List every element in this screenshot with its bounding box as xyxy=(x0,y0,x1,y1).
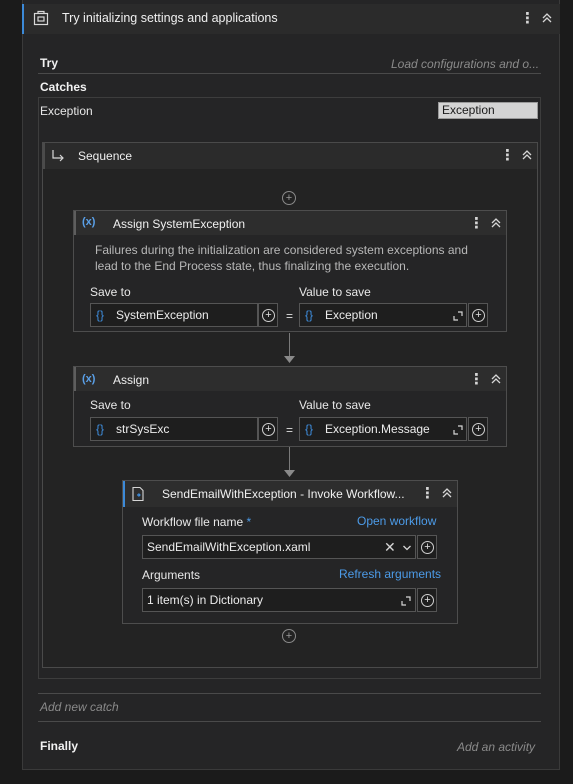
finally-label: Finally xyxy=(40,739,79,753)
try-label: Try xyxy=(40,56,59,70)
assign1-value-plus-button[interactable]: + xyxy=(468,303,488,327)
invoke-workflow-icon xyxy=(132,486,144,502)
try-placeholder[interactable]: Load configurations and o... xyxy=(391,57,539,71)
connector-arrow-icon xyxy=(284,470,295,477)
arguments-value: 1 item(s) in Dictionary xyxy=(147,593,264,607)
assign1-equals: = xyxy=(286,309,294,323)
required-mark: * xyxy=(246,515,252,529)
assign-collapse-icon[interactable] xyxy=(489,372,503,386)
plus-icon: + xyxy=(262,309,275,322)
assign2-value-field[interactable]: {} Exception.Message xyxy=(299,417,467,441)
assign1-save-to-plus-button[interactable]: + xyxy=(258,303,278,327)
add-activity-bottom-icon[interactable]: + xyxy=(282,629,296,643)
assign2-value-plus-button[interactable]: + xyxy=(468,417,488,441)
assign2-save-to-field[interactable]: {} strSysExc xyxy=(90,417,258,441)
assign2-save-to-value: strSysExc xyxy=(116,422,170,436)
sequence-menu-icon[interactable]: ⋮ xyxy=(500,148,515,163)
expand-icon[interactable] xyxy=(452,310,464,322)
arguments-field[interactable]: 1 item(s) in Dictionary xyxy=(142,588,416,612)
open-workflow-link[interactable]: Open workflow xyxy=(357,514,436,528)
assign-system-exception-menu-icon[interactable]: ⋮ xyxy=(469,216,484,231)
assign1-save-to-label: Save to xyxy=(90,285,131,299)
plus-icon: + xyxy=(421,594,434,607)
try-catch-title: Try initializing settings and applicatio… xyxy=(62,11,278,25)
assign1-save-to-field[interactable]: {} SystemException xyxy=(90,303,258,327)
exception-label: Exception xyxy=(40,104,93,118)
sequence-title: Sequence xyxy=(78,149,133,163)
try-catch-menu-icon[interactable]: ⋮ xyxy=(520,11,535,26)
assign2-value-value: Exception.Message xyxy=(325,422,430,436)
workflow-file-plus-button[interactable]: + xyxy=(417,535,437,559)
brace-icon: {} xyxy=(96,422,105,436)
plus-icon: + xyxy=(472,309,485,322)
assign1-value-field[interactable]: {} Exception xyxy=(299,303,467,327)
plus-icon: + xyxy=(262,423,275,436)
catches-label: Catches xyxy=(40,80,87,94)
plus-icon: + xyxy=(421,541,434,554)
brace-icon: {} xyxy=(305,422,314,436)
assign2-save-to-plus-button[interactable]: + xyxy=(258,417,278,441)
exception-type-select[interactable]: Exception xyxy=(438,102,538,119)
connector-arrow-icon xyxy=(284,356,295,363)
add-activity-top-icon[interactable]: + xyxy=(282,191,296,205)
brace-icon: {} xyxy=(305,308,314,322)
assign-system-exception-description: Failures during the initialization are c… xyxy=(95,243,468,273)
brace-icon: {} xyxy=(96,308,105,322)
try-catch-collapse-icon[interactable] xyxy=(540,11,554,25)
refresh-arguments-link[interactable]: Refresh arguments xyxy=(339,567,441,581)
workflow-file-label: Workflow file name * xyxy=(142,515,251,529)
assign-title: Assign xyxy=(113,373,150,387)
assign-icon: (x) xyxy=(82,373,96,385)
invoke-workflow-title: SendEmailWithException - Invoke Workflow… xyxy=(162,487,405,501)
invoke-workflow-menu-icon[interactable]: ⋮ xyxy=(420,486,435,501)
expand-icon[interactable] xyxy=(452,424,464,436)
workflow-file-label-text: Workflow file name xyxy=(142,515,244,529)
assign1-value-label: Value to save xyxy=(299,285,371,299)
assign1-save-to-value: SystemException xyxy=(116,308,209,322)
arguments-plus-button[interactable]: + xyxy=(417,588,437,612)
sequence-icon xyxy=(52,150,64,162)
workflow-file-field[interactable]: SendEmailWithException.xaml ✕ xyxy=(142,535,416,559)
expand-icon[interactable] xyxy=(400,595,412,607)
sequence-collapse-icon[interactable] xyxy=(520,148,534,162)
assign2-equals: = xyxy=(286,423,294,437)
arguments-label: Arguments xyxy=(142,568,201,582)
assign-menu-icon[interactable]: ⋮ xyxy=(469,372,484,387)
chevron-down-icon[interactable] xyxy=(402,543,412,553)
try-catch-icon xyxy=(33,10,49,26)
invoke-workflow-collapse-icon[interactable] xyxy=(440,486,454,500)
add-new-catch-link[interactable]: Add new catch xyxy=(40,700,119,714)
plus-icon: + xyxy=(472,423,485,436)
finally-placeholder[interactable]: Add an activity xyxy=(457,740,535,754)
finally-divider xyxy=(38,721,541,722)
clear-icon[interactable]: ✕ xyxy=(384,536,396,558)
catch-divider xyxy=(38,693,541,694)
assign2-save-to-label: Save to xyxy=(90,398,131,412)
try-divider xyxy=(38,73,541,74)
assign-icon: (x) xyxy=(82,216,96,228)
assign2-value-label: Value to save xyxy=(299,398,371,412)
assign-system-exception-collapse-icon[interactable] xyxy=(489,216,503,230)
assign1-value-value: Exception xyxy=(325,308,378,322)
workflow-file-value: SendEmailWithException.xaml xyxy=(147,540,311,554)
assign-system-exception-title: Assign SystemException xyxy=(113,217,246,231)
